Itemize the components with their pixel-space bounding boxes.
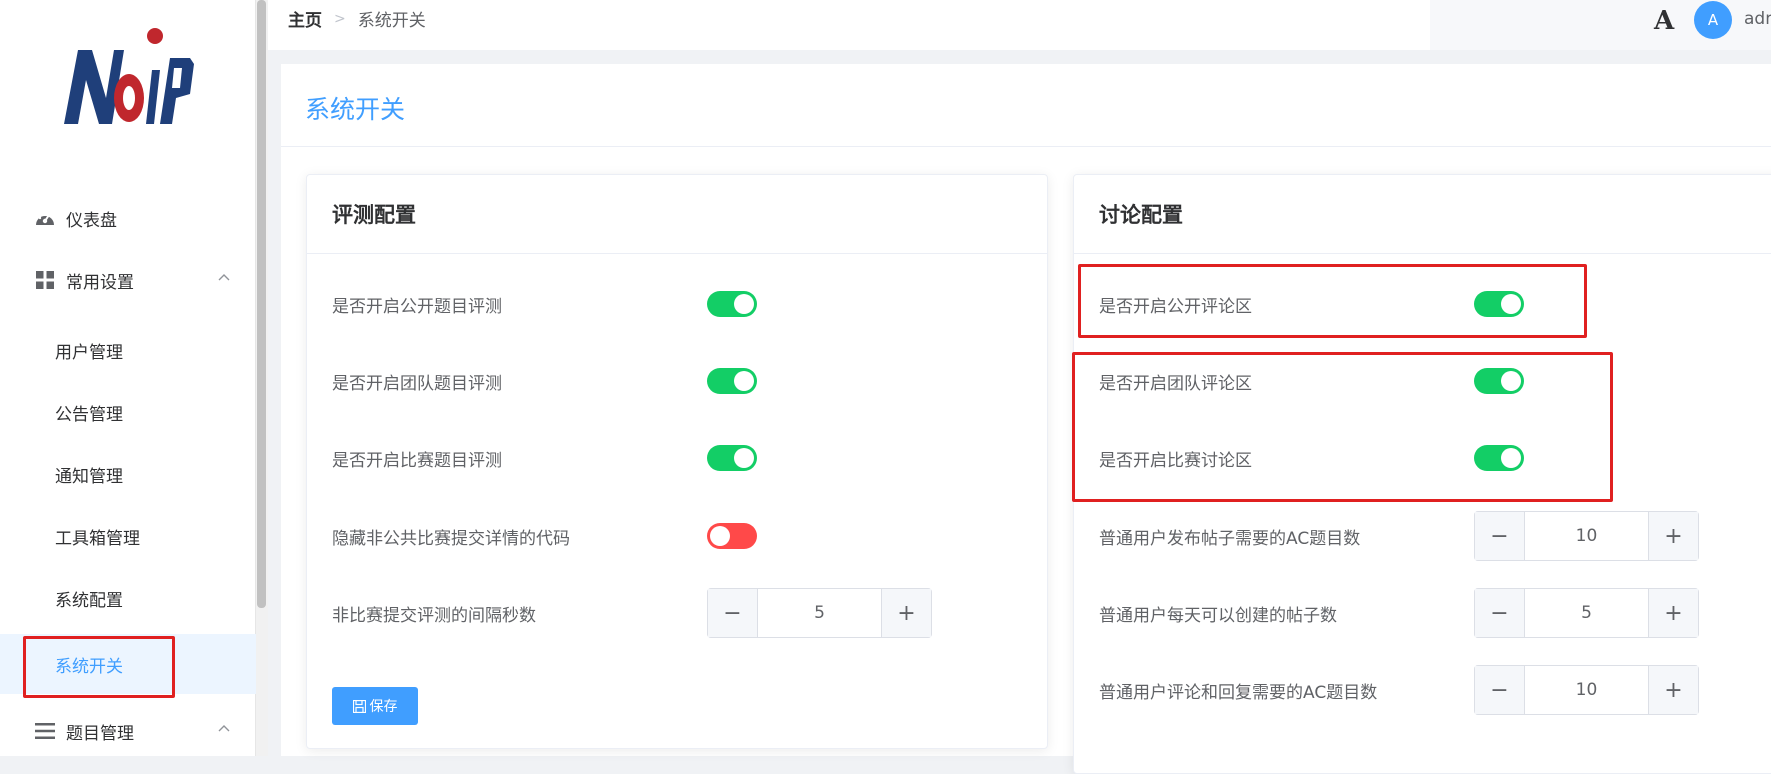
- judge-config-panel: 评测配置 是否开启公开题目评测 是否开启团队题目评测 是否开启比赛题目评测 隐藏…: [306, 174, 1048, 749]
- stepper-value[interactable]: 10: [1525, 666, 1648, 714]
- increment-button[interactable]: +: [1648, 666, 1698, 714]
- panel-title: 讨论配置: [1074, 175, 1771, 254]
- increment-button[interactable]: +: [1648, 512, 1698, 560]
- row-label: 非比赛提交评测的间隔秒数: [332, 605, 536, 626]
- sidebar-item-toolbox-management[interactable]: 工具箱管理: [0, 506, 256, 566]
- chevron-up-icon: [218, 725, 230, 732]
- sidebar-item-label: 常用设置: [66, 272, 134, 293]
- divider: [281, 146, 1771, 147]
- dashboard-icon: [34, 207, 56, 229]
- sidebar-item-announcement-management[interactable]: 公告管理: [0, 382, 256, 442]
- avatar[interactable]: A: [1694, 1, 1732, 39]
- discuss-row-post-ac: 普通用户发布帖子需要的AC题目数 − 10 +: [1099, 511, 1771, 561]
- chevron-up-icon: [218, 274, 230, 281]
- list-icon: [34, 720, 56, 742]
- judge-row-contest: 是否开启比赛题目评测: [332, 433, 1047, 483]
- breadcrumb-current: 系统开关: [357, 11, 426, 31]
- noip-logo: [64, 28, 194, 124]
- sidebar-item-label: 仪表盘: [66, 210, 117, 231]
- toggle-switch[interactable]: [707, 523, 757, 549]
- grid-icon: [34, 269, 56, 291]
- font-size-icon[interactable]: A: [1654, 6, 1674, 36]
- decrement-button[interactable]: −: [1475, 589, 1525, 637]
- decrement-button[interactable]: −: [1475, 666, 1525, 714]
- row-label: 隐藏非公共比赛提交详情的代码: [332, 528, 570, 549]
- sidebar-item-system-config[interactable]: 系统配置: [0, 568, 256, 628]
- row-label: 是否开启团队题目评测: [332, 373, 502, 394]
- toggle-switch[interactable]: [707, 368, 757, 394]
- sidebar-item-label: 公告管理: [55, 404, 123, 425]
- row-label: 普通用户发布帖子需要的AC题目数: [1099, 528, 1361, 549]
- page-title: 系统开关: [305, 95, 406, 124]
- sidebar-item-dashboard[interactable]: 仪表盘: [0, 190, 256, 246]
- reply-ac-stepper: − 10 +: [1474, 665, 1699, 715]
- judge-row-public: 是否开启公开题目评测: [332, 279, 1047, 329]
- highlight-box: [1072, 352, 1613, 502]
- save-button-label: 保存: [369, 699, 398, 715]
- row-label: 普通用户每天可以创建的帖子数: [1099, 605, 1337, 626]
- sidebar-item-label: 系统配置: [55, 590, 123, 611]
- sidebar-item-label: 题目管理: [66, 723, 134, 744]
- stepper-value[interactable]: 10: [1525, 512, 1648, 560]
- judge-row-team: 是否开启团队题目评测: [332, 356, 1047, 406]
- increment-button[interactable]: +: [881, 589, 931, 637]
- save-button[interactable]: 保存: [332, 687, 418, 725]
- switch-knob: [734, 294, 754, 314]
- increment-button[interactable]: +: [1648, 589, 1698, 637]
- highlight-box: [1078, 264, 1587, 338]
- interval-stepper: − 5 +: [707, 588, 932, 638]
- decrement-button[interactable]: −: [1475, 512, 1525, 560]
- toggle-switch[interactable]: [707, 445, 757, 471]
- sidebar-item-notification-management[interactable]: 通知管理: [0, 444, 256, 504]
- breadcrumb-home[interactable]: 主页: [288, 6, 322, 31]
- daily-posts-stepper: − 5 +: [1474, 588, 1699, 638]
- switch-knob: [734, 371, 754, 391]
- judge-row-interval: 非比赛提交评测的间隔秒数 − 5 +: [332, 588, 1047, 638]
- stepper-value[interactable]: 5: [758, 589, 881, 637]
- toggle-switch[interactable]: [707, 291, 757, 317]
- breadcrumb: 主页 > 系统开关: [288, 6, 426, 32]
- sidebar-item-label: 通知管理: [55, 466, 123, 487]
- username[interactable]: admin: [1744, 9, 1771, 29]
- switch-knob: [710, 526, 730, 546]
- switch-knob: [734, 448, 754, 468]
- row-label: 是否开启公开题目评测: [332, 296, 502, 317]
- decrement-button[interactable]: −: [708, 589, 758, 637]
- sidebar-item-label: 工具箱管理: [55, 528, 140, 549]
- stepper-value[interactable]: 5: [1525, 589, 1648, 637]
- chevron-right-icon: >: [334, 10, 346, 27]
- row-label: 普通用户评论和回复需要的AC题目数: [1099, 682, 1378, 703]
- highlight-box: [23, 636, 175, 698]
- panel-title: 评测配置: [307, 175, 1047, 254]
- discuss-row-reply-ac: 普通用户评论和回复需要的AC题目数 − 10 +: [1099, 665, 1771, 715]
- sidebar-item-common-settings[interactable]: 常用设置: [0, 252, 256, 308]
- judge-row-hide-code: 隐藏非公共比赛提交详情的代码: [332, 511, 1047, 561]
- save-icon: [352, 699, 366, 713]
- sidebar-item-user-management[interactable]: 用户管理: [0, 320, 256, 380]
- discuss-row-daily-posts: 普通用户每天可以创建的帖子数 − 5 +: [1099, 588, 1771, 638]
- sidebar-item-problem-management[interactable]: 题目管理: [0, 703, 256, 759]
- sidebar-scrollbar[interactable]: [257, 0, 266, 608]
- sidebar-item-label: 用户管理: [55, 342, 123, 363]
- post-ac-stepper: − 10 +: [1474, 511, 1699, 561]
- row-label: 是否开启比赛题目评测: [332, 450, 502, 471]
